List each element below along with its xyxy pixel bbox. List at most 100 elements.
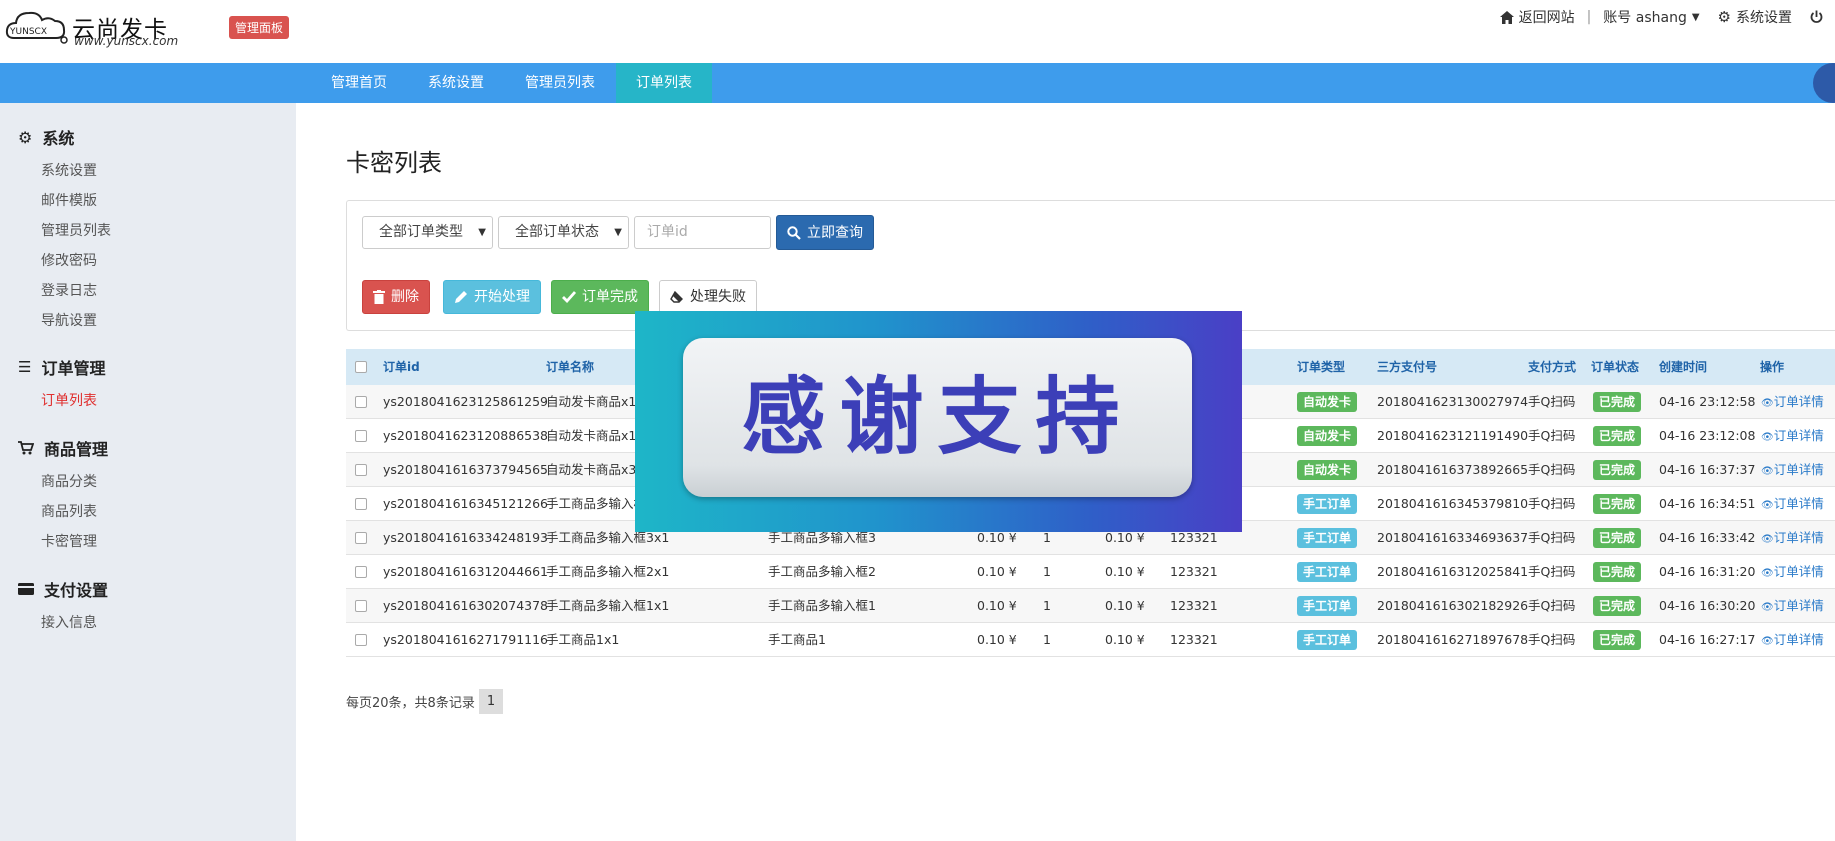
site-logo[interactable]: YUNSCX 云尚发卡 www.yunscx.com [4, 4, 194, 48]
row-checkbox[interactable] [355, 532, 367, 544]
price-cell: 0.10 ¥ [977, 564, 1017, 579]
processing-failed-button[interactable]: 处理失败 [659, 280, 757, 314]
tab-order-list[interactable]: 订单列表 [616, 63, 712, 103]
sidebar-item-mail-template[interactable]: 邮件模版 [41, 190, 97, 210]
row-checkbox[interactable] [355, 634, 367, 646]
top-right-menu: 返回网站 | 账号 ashang ▼ ⚙ 系统设置 [1499, 7, 1823, 27]
order-id-input[interactable]: 订单id [634, 216, 771, 249]
sidebar-item-nav-settings[interactable]: 导航设置 [41, 310, 97, 330]
order-name-cell: 自动发卡商品x1 [546, 394, 637, 409]
created-time-cell: 04-16 23:12:08 [1659, 428, 1756, 443]
created-time-cell: 04-16 16:30:20 [1659, 598, 1756, 613]
select-all-checkbox[interactable] [355, 361, 367, 373]
sidebar-item-product-list[interactable]: 商品列表 [41, 501, 97, 521]
order-status-cell: 已完成 [1593, 589, 1642, 623]
col-pay-method: 支付方式 [1528, 360, 1577, 374]
order-type-select[interactable]: 全部订单类型 ▼ [362, 216, 493, 249]
avatar[interactable] [1813, 63, 1835, 103]
contact-cell: 123321 [1170, 564, 1218, 579]
third-pay-no-cell: 2018041623121191490 [1377, 428, 1529, 443]
sidebar-item-product-category[interactable]: 商品分类 [41, 471, 97, 491]
order-detail-link[interactable]: 👁订单详情 [1761, 487, 1824, 521]
order-detail-link[interactable]: 👁订单详情 [1761, 623, 1824, 657]
order-type-cell: 手工订单 [1297, 623, 1358, 657]
tab-admin-list[interactable]: 管理员列表 [505, 63, 615, 103]
status-badge: 已完成 [1593, 562, 1642, 582]
order-detail-link[interactable]: 👁订单详情 [1761, 555, 1824, 589]
product-cell: 手工商品多输入框2 [768, 564, 876, 579]
sidebar-item-login-log[interactable]: 登录日志 [41, 280, 97, 300]
order-id-cell: ys2018041616302074378 [383, 598, 549, 613]
order-detail-label: 订单详情 [1773, 632, 1824, 647]
row-checkbox[interactable] [355, 464, 367, 476]
back-site-link[interactable]: 返回网站 [1499, 7, 1575, 27]
eye-icon: 👁 [1761, 534, 1774, 545]
sidebar-item-access-info[interactable]: 接入信息 [41, 612, 97, 632]
tab-system-settings[interactable]: 系统设置 [408, 63, 504, 103]
sidebar-item-card-management[interactable]: 卡密管理 [41, 531, 97, 551]
table-row: ys2018041616271791116 手工商品1x1 手工商品1 0.10 ¥ 1… [346, 623, 1835, 657]
order-type-cell: 自动发卡 [1297, 419, 1358, 453]
row-checkbox[interactable] [355, 498, 367, 510]
order-status-value: 全部订单状态 [515, 224, 599, 240]
pay-method-cell: 手Q扫码 [1528, 632, 1576, 647]
order-detail-link[interactable]: 👁订单详情 [1761, 521, 1824, 555]
system-settings-link[interactable]: ⚙ 系统设置 [1718, 7, 1792, 27]
row-checkbox[interactable] [355, 600, 367, 612]
total-cell: 0.10 ¥ [1105, 598, 1145, 613]
sidebar-item-change-password[interactable]: 修改密码 [41, 250, 97, 270]
account-dropdown[interactable]: 账号 ashang ▼ [1603, 7, 1699, 27]
third-pay-no-cell: 2018041616312025841 [1377, 564, 1529, 579]
col-order-type: 订单类型 [1297, 360, 1346, 374]
divider: | [1586, 9, 1592, 25]
status-badge: 已完成 [1593, 426, 1642, 446]
col-order-status: 订单状态 [1591, 360, 1640, 374]
home-icon [1499, 10, 1514, 24]
order-status-select[interactable]: 全部订单状态 ▼ [498, 216, 629, 249]
order-id-cell: ys2018041623125861259 [383, 394, 549, 409]
order-detail-link[interactable]: 👁订单详情 [1761, 589, 1824, 623]
order-status-cell: 已完成 [1593, 453, 1642, 487]
sidebar-item-order-list[interactable]: 订单列表 [41, 390, 97, 410]
order-detail-label: 订单详情 [1773, 598, 1824, 613]
order-detail-label: 订单详情 [1773, 394, 1824, 409]
sidebar-item-system-settings[interactable]: 系统设置 [41, 160, 97, 180]
sidebar-group-system: ⚙ 系统 [18, 125, 74, 149]
page-button-1[interactable]: 1 [478, 689, 504, 714]
tab-admin-home[interactable]: 管理首页 [311, 63, 407, 103]
quantity-cell: 1 [1043, 564, 1051, 579]
price-cell: 0.10 ¥ [977, 632, 1017, 647]
row-checkbox[interactable] [355, 430, 367, 442]
cart-icon [18, 441, 34, 455]
status-badge: 已完成 [1593, 460, 1642, 480]
status-badge: 已完成 [1593, 596, 1642, 616]
complete-order-label: 订单完成 [582, 289, 638, 305]
order-status-cell: 已完成 [1593, 623, 1642, 657]
logout-button[interactable] [1810, 10, 1823, 24]
order-detail-link[interactable]: 👁订单详情 [1761, 385, 1824, 419]
complete-order-button[interactable]: 订单完成 [551, 280, 649, 314]
created-time-cell: 04-16 16:27:17 [1659, 632, 1756, 647]
start-processing-button[interactable]: 开始处理 [443, 280, 541, 314]
search-button[interactable]: 立即查询 [776, 215, 874, 250]
status-badge: 已完成 [1593, 392, 1642, 412]
delete-button[interactable]: 删除 [362, 280, 430, 314]
eye-icon: 👁 [1761, 602, 1774, 613]
sidebar-item-admin-list[interactable]: 管理员列表 [41, 220, 111, 240]
page-title: 卡密列表 [346, 149, 442, 177]
power-icon [1810, 10, 1823, 23]
row-checkbox[interactable] [355, 566, 367, 578]
order-detail-label: 订单详情 [1773, 462, 1824, 477]
gear-icon: ⚙ [18, 127, 33, 147]
banner-text: 感谢支持 [741, 368, 1134, 466]
order-name-cell: 自动发卡商品x3 [546, 462, 637, 477]
pay-method-cell: 手Q扫码 [1528, 428, 1576, 443]
created-time-cell: 04-16 16:34:51 [1659, 496, 1756, 511]
order-type-badge: 手工订单 [1297, 528, 1358, 548]
order-detail-link[interactable]: 👁订单详情 [1761, 453, 1824, 487]
order-id-cell: ys2018041616271791116 [383, 632, 549, 647]
brand-url: www.yunscx.com [74, 34, 179, 48]
row-checkbox[interactable] [355, 396, 367, 408]
order-detail-link[interactable]: 👁订单详情 [1761, 419, 1824, 453]
created-time-cell: 04-16 16:37:37 [1659, 462, 1756, 477]
